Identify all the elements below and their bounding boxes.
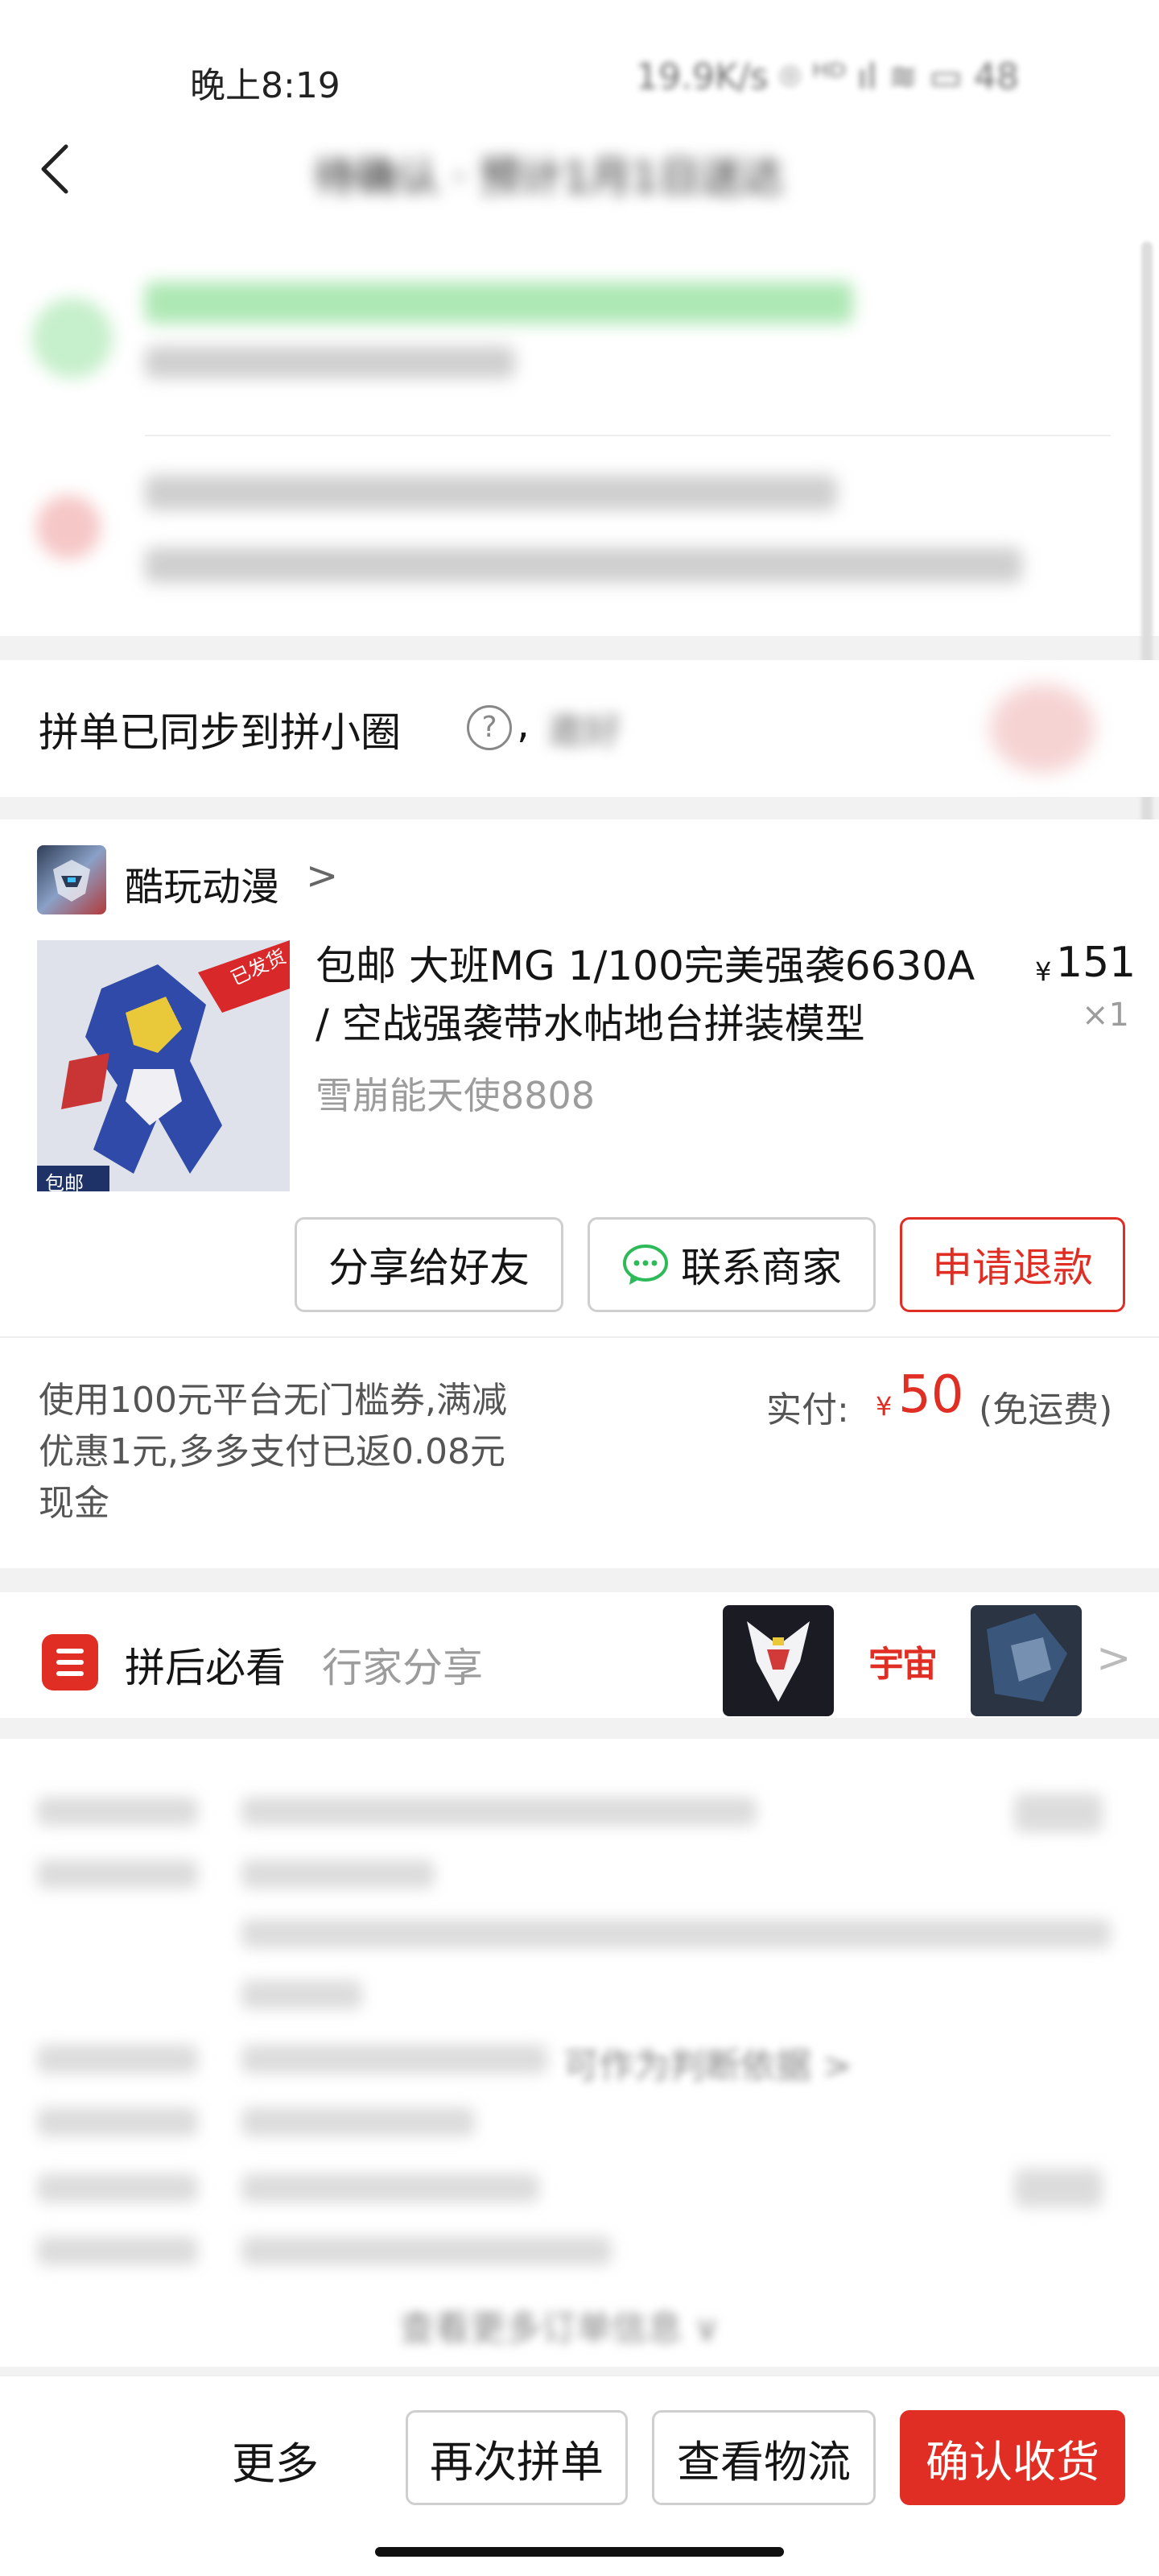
contact-merchant-label: 联系商家 — [681, 1245, 842, 1291]
paid-label: 实付: — [766, 1389, 849, 1430]
status-indicators: 19.9K/s ⌾ ᴴᴰ ıl ≋ ▭ 48 — [636, 56, 1019, 97]
help-icon[interactable]: ? — [467, 705, 512, 750]
chevron-right-icon[interactable]: > — [1096, 1634, 1132, 1682]
reorder-button[interactable]: 再次拼单 — [406, 2410, 628, 2505]
detail-label-blurred — [37, 2236, 198, 2265]
detail-label-blurred — [37, 2107, 198, 2136]
contact-merchant-button[interactable]: 联系商家 — [588, 1217, 876, 1312]
status-sub-blurred — [145, 346, 515, 378]
share-thumbnail[interactable] — [971, 1605, 1082, 1716]
wechat-icon — [623, 1245, 668, 1285]
chevron-right-icon[interactable]: > — [306, 853, 338, 898]
detail-value-blurred — [241, 1797, 757, 1826]
detail-value-blurred — [241, 1980, 362, 2009]
detail-value-blurred — [241, 2045, 547, 2074]
sync-extra-blurred: 邀好 — [547, 709, 621, 753]
home-indicator[interactable] — [375, 2547, 784, 2557]
must-see-title: 拼后必看 — [125, 1645, 286, 1691]
detail-value-blurred — [241, 1919, 1111, 1948]
thumbnail-text: 宇宙 — [868, 1644, 938, 1685]
product-image-tag: 包邮 — [45, 1172, 84, 1191]
share-thumbnail[interactable] — [723, 1605, 834, 1716]
logistics-icon — [36, 495, 101, 559]
shop-avatar[interactable] — [37, 845, 106, 914]
view-more-details-blurred[interactable]: 查看更多订单信息 ∨ — [399, 2299, 720, 2351]
product-quantity: ×1 — [1082, 997, 1129, 1034]
refund-button[interactable]: 申请退款 — [900, 1217, 1125, 1312]
back-arrow-icon[interactable] — [32, 137, 80, 201]
page-title: 待确认 · 预计1月1日送达 — [314, 154, 784, 202]
detail-label-blurred — [37, 2174, 198, 2202]
more-button[interactable]: 更多 — [232, 2428, 319, 2491]
detail-value-blurred — [241, 2174, 539, 2202]
paid-symbol: ¥ — [876, 1391, 893, 1422]
paid-note: (免运费) — [979, 1389, 1113, 1430]
sync-avatar-icon[interactable] — [990, 684, 1095, 773]
detail-label-blurred — [37, 2045, 198, 2074]
copy-button-blurred[interactable] — [1014, 2169, 1103, 2207]
status-headline-blurred — [145, 282, 853, 324]
divider — [0, 1336, 1159, 1338]
status-time: 晚上8:19 — [190, 65, 340, 106]
status-check-icon — [32, 298, 113, 378]
logistics-line-blurred — [145, 547, 1022, 583]
detail-value-blurred — [241, 1860, 435, 1889]
sync-comma: , — [517, 700, 530, 747]
confirm-receipt-button[interactable]: 确认收货 — [900, 2410, 1125, 2505]
product-price: 151 — [1056, 939, 1136, 987]
detail-link-blurred[interactable]: 可作为判断依据 > — [563, 2037, 852, 2088]
detail-value-blurred — [241, 2236, 612, 2265]
must-see-subtitle: 行家分享 — [322, 1645, 483, 1691]
price-symbol: ¥ — [1035, 956, 1052, 987]
logistics-line-blurred — [145, 475, 837, 510]
product-title[interactable]: 包邮 大班MG 1/100完美强袭6630A / 空战强袭带水帖地台拼装模型 — [316, 937, 992, 1053]
list-icon — [42, 1634, 98, 1690]
share-thumbnail[interactable]: 宇宙 — [847, 1605, 958, 1716]
shop-name[interactable]: 酷玩动漫 — [125, 855, 279, 911]
divider — [145, 435, 1111, 436]
view-logistics-button[interactable]: 查看物流 — [652, 2410, 876, 2505]
discount-text: 使用100元平台无门槛券,满减优惠1元,多多支付已返0.08元现金 — [39, 1380, 507, 1524]
share-button[interactable]: 分享给好友 — [295, 1217, 563, 1312]
detail-label-blurred — [37, 1860, 198, 1889]
product-image[interactable]: 已发货 包邮 — [37, 940, 290, 1191]
detail-value-blurred — [241, 2107, 475, 2136]
product-spec: 雪崩能天使8808 — [316, 1074, 596, 1117]
detail-label-blurred — [37, 1797, 198, 1826]
paid-value: 50 — [898, 1365, 964, 1425]
copy-button-blurred[interactable] — [1014, 1794, 1103, 1832]
sync-text: 拼单已同步到拼小圈 — [39, 709, 401, 756]
